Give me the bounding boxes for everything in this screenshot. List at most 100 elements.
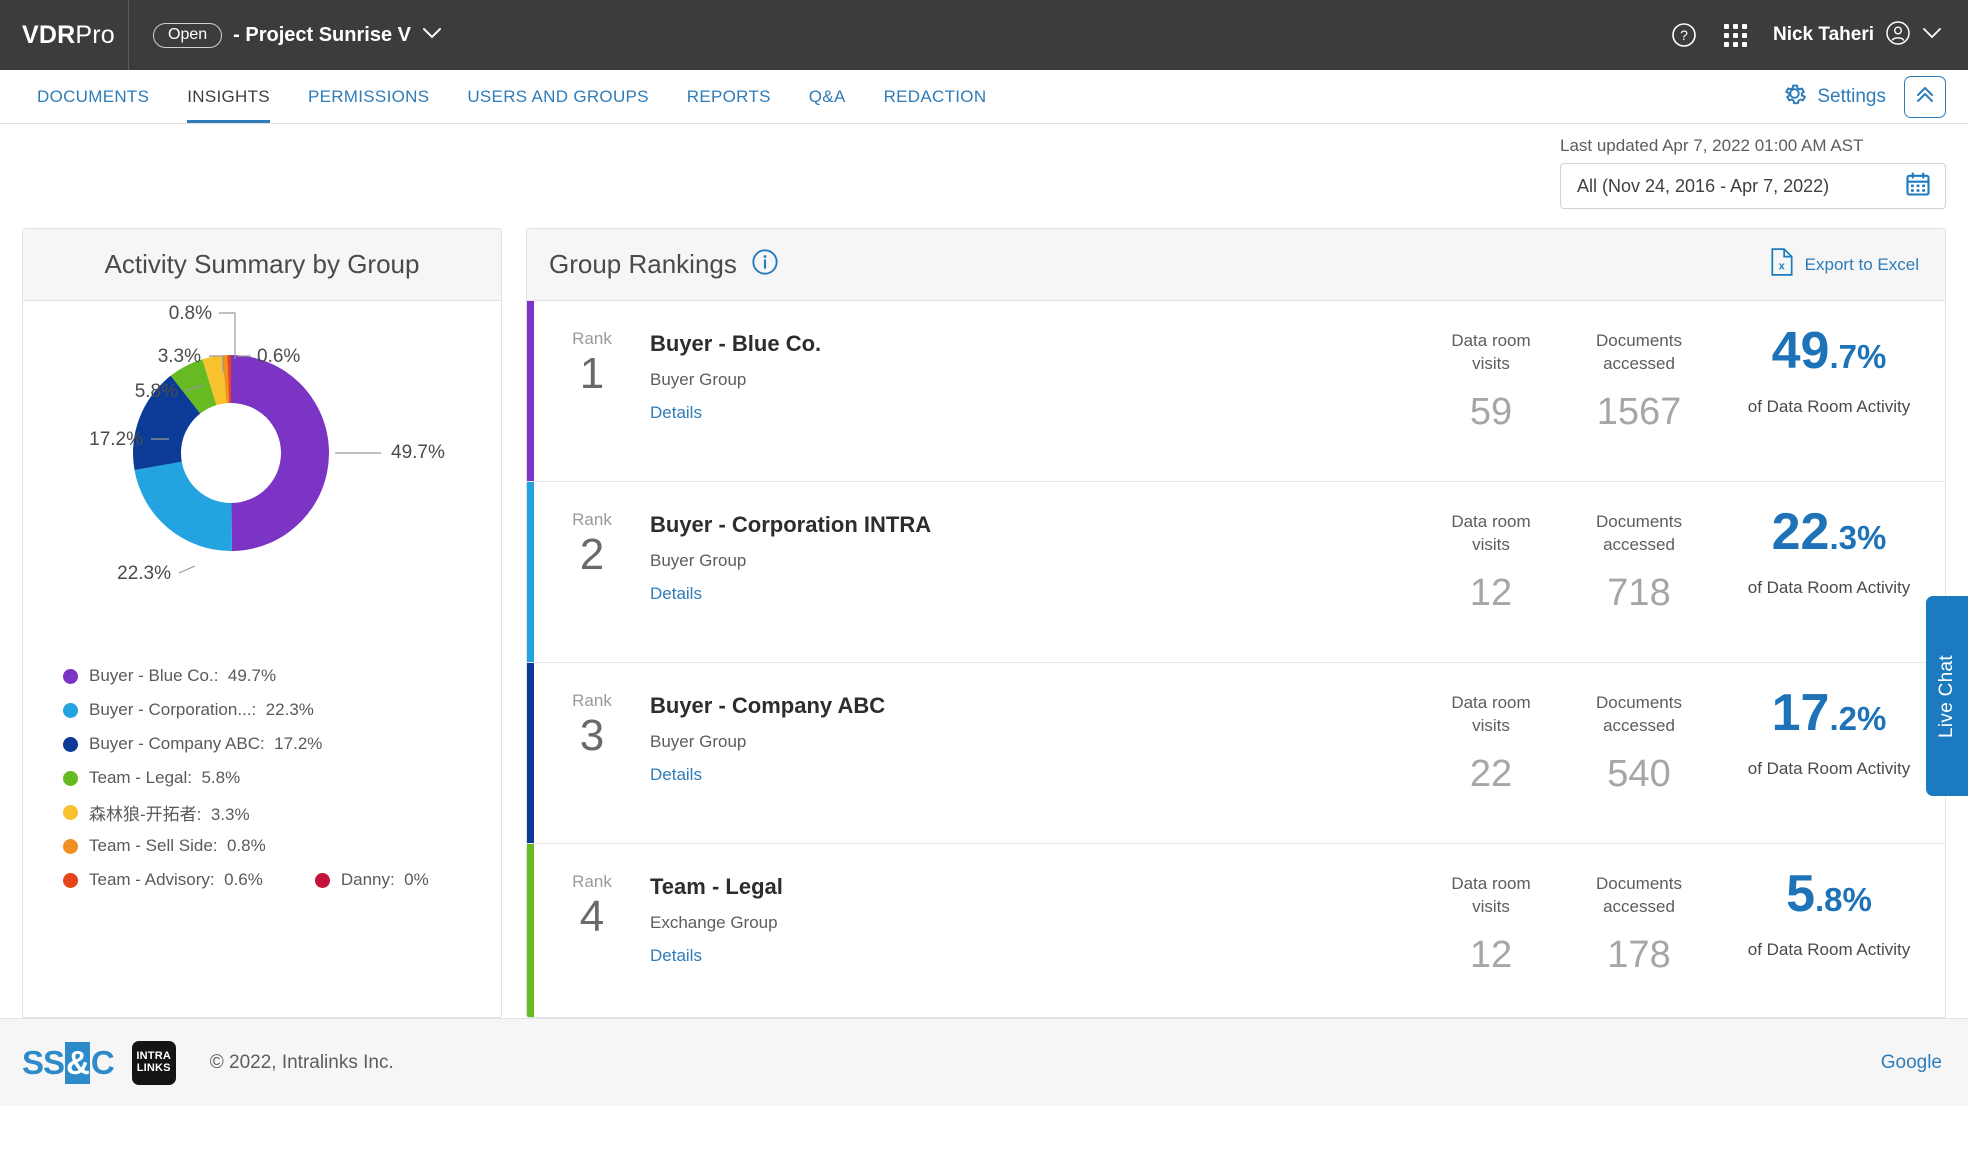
metric-label-line1: Data room [1451,874,1531,893]
tab-q-a[interactable]: Q&A [790,70,865,123]
chevron-up-double-icon [1913,82,1937,111]
tab-label: INSIGHTS [187,86,270,106]
export-to-excel-label: Export to Excel [1804,254,1919,274]
percent-subtitle: of Data Room Activity [1747,578,1911,597]
donut-slice-label: 22.3% [117,563,171,584]
legend-label: Buyer - Blue Co.: 49.7% [89,666,277,685]
legend-item[interactable]: Buyer - Blue Co.: 49.7% [63,659,501,693]
activity-summary-panel: Activity Summary by Group 49.7% 22.3% 17.2… [22,228,502,1018]
table-row[interactable]: Rank 3 Buyer - Company ABC Buyer Group Detai… [527,663,1945,844]
activity-percent-cell: 5.8% of Data Room Activity [1713,844,1945,1017]
date-range-input[interactable]: All (Nov 24, 2016 - Apr 7, 2022) [1560,163,1946,209]
settings-button[interactable]: Settings [1781,80,1886,113]
rank-cell: Rank 1 [534,301,650,481]
legend-label: Team - Legal: 5.8% [89,768,241,787]
legend-label: Buyer - Corporation...: 22.3% [89,700,314,719]
help-icon[interactable]: ? [1670,21,1698,49]
room-selector[interactable]: Open - Project Sunrise V [129,22,442,48]
legend-item[interactable]: Team - Sell Side: 0.8% [63,829,501,863]
collapse-header-button[interactable] [1904,75,1946,118]
tab-insights[interactable]: INSIGHTS [168,70,289,123]
tab-label: USERS AND GROUPS [467,86,649,106]
group-name: Buyer - Company ABC [650,693,886,718]
legend-color-dot [63,736,78,752]
details-link[interactable]: Details [650,403,702,423]
live-chat-label: Live Chat [1936,654,1957,738]
calendar-icon[interactable] [1904,170,1932,203]
legend-item[interactable]: 森林狼-开拓者: 3.3% [63,795,501,829]
legend-label: Team - Advisory: 0.6% [89,870,263,889]
group-rankings-title: Group Rankings [549,249,737,279]
app-logo[interactable]: VDRPro [0,21,128,50]
tab-permissions[interactable]: PERMISSIONS [289,70,448,123]
donut-slice-label: 0.6% [257,346,300,367]
intralinks-logo-line2: LINKS [136,1061,171,1074]
rank-cell: Rank 3 [534,663,650,843]
percent-fraction: .2% [1829,700,1887,737]
tab-label: DOCUMENTS [37,86,150,106]
google-link[interactable]: Google [1881,1052,1942,1074]
avatar-icon [1885,20,1911,51]
tab-documents[interactable]: DOCUMENTS [18,70,168,123]
donut-slice [134,461,232,551]
percent-whole: 49 [1771,322,1830,380]
details-link[interactable]: Details [650,946,702,966]
top-bar: VDRPro Open - Project Sunrise V ? Nick T… [0,0,1968,70]
main-content: Activity Summary by Group 49.7% 22.3% 17.2… [0,228,1968,1018]
percent-subtitle: of Data Room Activity [1747,397,1911,416]
data-room-visits-cell: Data room visits 59 [1417,301,1565,481]
data-room-visits-value: 59 [1469,390,1513,433]
group-type: Buyer Group [650,370,747,389]
rankings-list: Rank 1 Buyer - Blue Co. Buyer Group Details D… [527,301,1945,1017]
documents-accessed-cell: Documents accessed 718 [1565,482,1713,662]
legend-item[interactable]: Buyer - Company ABC: 17.2% [63,727,501,761]
main-navigation: DOCUMENTS INSIGHTS PERMISSIONS USERS AND GR… [0,70,1968,124]
legend-item[interactable]: Team - Advisory: 0.6% Danny: 0% [63,863,501,897]
export-to-excel-button[interactable]: x Export to Excel [1769,248,1919,281]
rank-number: 4 [579,892,605,941]
donut-slice-label: 17.2% [89,429,143,450]
tab-redaction[interactable]: REDACTION [865,70,1006,123]
metric-label-line2: visits [1472,535,1510,555]
documents-accessed-cell: Documents accessed 540 [1565,663,1713,843]
metric-label-line2: accessed [1603,535,1675,555]
user-name: Nick Taheri [1772,24,1874,45]
legend-label: Team - Sell Side: 0.8% [89,836,266,855]
brand-light: Pro [75,20,115,49]
details-link[interactable]: Details [650,584,702,604]
tab-users-and-groups[interactable]: USERS AND GROUPS [448,70,667,123]
percent-subtitle: of Data Room Activity [1747,940,1911,959]
group-cell: Buyer - Blue Co. Buyer Group Details [650,301,1417,481]
room-status-badge: Open [153,22,223,48]
legend-item[interactable]: Buyer - Corporation...: 22.3% [63,693,501,727]
table-row[interactable]: Rank 4 Team - Legal Exchange Group Details Da… [527,844,1945,1017]
live-chat-tab[interactable]: Live Chat [1926,596,1968,796]
donut-slice-label: 0.8% [169,303,212,324]
rank-number: 1 [579,349,605,398]
chevron-down-icon[interactable] [422,26,442,45]
ssc-logo-left: SS [22,1043,65,1081]
tab-reports[interactable]: REPORTS [668,70,790,123]
legend-item[interactable]: Team - Legal: 5.8% [63,761,501,795]
legend-color-dot [63,770,78,786]
date-range-value: All (Nov 24, 2016 - Apr 7, 2022) [1577,175,1830,196]
metric-label-line1: Documents [1596,512,1682,531]
user-chevron-down-icon[interactable] [1922,26,1942,45]
legend-item-extra[interactable]: Danny: 0% [314,870,429,890]
donut-leader-line [219,312,236,359]
metric-label-line2: visits [1472,716,1510,736]
metric-label-line1: Documents [1596,693,1682,712]
apps-grid-icon[interactable] [1723,23,1747,47]
rank-cell: Rank 2 [534,482,650,662]
user-menu[interactable]: Nick Taheri [1773,20,1942,51]
last-updated-text: Last updated Apr 7, 2022 01:00 AM AST [1560,136,1864,155]
details-link[interactable]: Details [650,765,702,785]
table-row[interactable]: Rank 2 Buyer - Corporation INTRA Buyer Grou… [527,482,1945,663]
table-row[interactable]: Rank 1 Buyer - Blue Co. Buyer Group Details D… [527,301,1945,482]
donut-leader-line [178,565,196,574]
brand-bold: VDR [22,20,76,49]
info-circle-icon[interactable] [751,248,779,281]
metric-label-line1: Data room [1451,331,1531,350]
legend-label: 森林狼-开拓者: 3.3% [89,804,250,824]
group-rankings-panel: Group Rankings x Export to Excel Rank 1 Bu… [526,228,1946,1018]
